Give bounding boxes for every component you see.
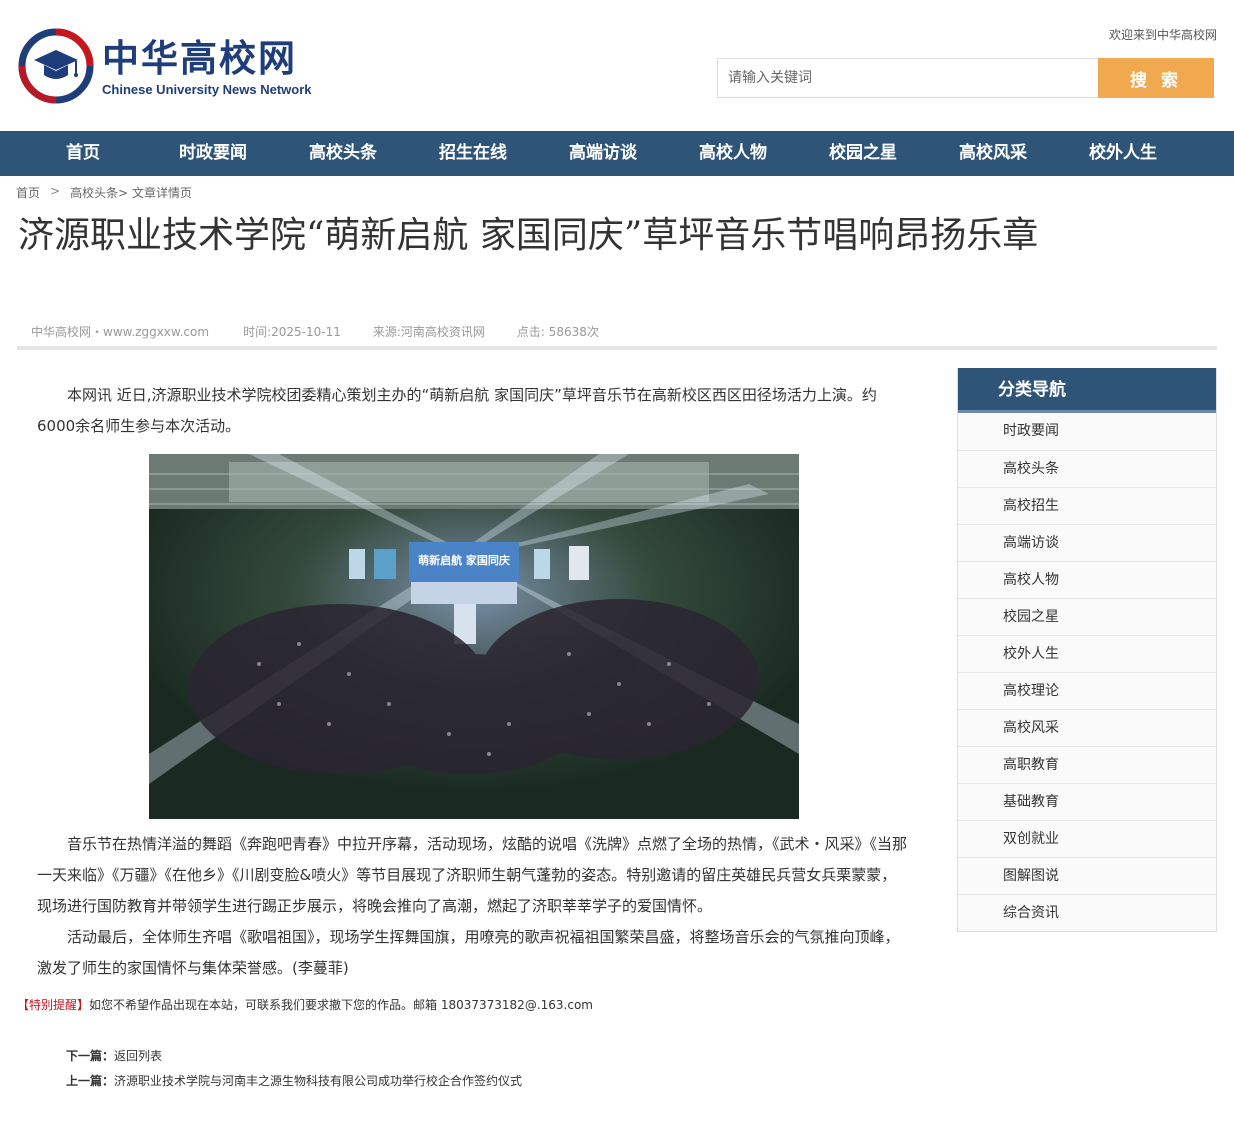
notice-tag: 【特别提醒】 (17, 998, 90, 1012)
sidebar-item-basic-education[interactable]: 基础教育 (958, 783, 1216, 820)
graduation-cap-logo-icon (18, 28, 94, 104)
search-button[interactable]: 搜 索 (1098, 58, 1214, 98)
article-paragraph: 本网讯 近日,济源职业技术学院校团委精心策划主办的“萌新启航 家国同庆”草坪音乐… (37, 386, 877, 435)
sidebar-item-off-campus[interactable]: 校外人生 (958, 635, 1216, 672)
nav-item-people[interactable]: 高校人物 (668, 131, 798, 176)
prev-label: 上一篇： (66, 1074, 115, 1088)
nav-item-home[interactable]: 首页 (18, 131, 148, 176)
nav-item-politics[interactable]: 时政要闻 (148, 131, 278, 176)
breadcrumb-separator: > (50, 184, 61, 198)
sidebar-item-headlines[interactable]: 高校头条 (958, 450, 1216, 487)
welcome-text: 欢迎来到中华高校网 (1108, 28, 1217, 42)
sidebar-item-news[interactable]: 综合资讯 (958, 894, 1216, 931)
prev-article-link[interactable]: 济源职业技术学院与河南丰之源生物科技有限公司成功举行校企合作签约仪式 (114, 1074, 522, 1088)
site-logo[interactable]: 中华高校网 Chinese University News Network (18, 26, 338, 106)
nav-item-headlines[interactable]: 高校头条 (278, 131, 408, 176)
sidebar-heading: 分类导航 (958, 368, 1216, 413)
logo-english-name: Chinese University News Network (102, 81, 312, 97)
breadcrumb-current: > 文章详情页 (118, 186, 192, 200)
sidebar-item-admissions[interactable]: 高校招生 (958, 487, 1216, 524)
article-photo: 萌新启航 家国同庆 (149, 454, 799, 819)
article-title: 济源职业技术学院“萌新启航 家国同庆”草坪音乐节唱响昂扬乐章 (18, 215, 1039, 256)
sidebar-item-campus-style[interactable]: 高校风采 (958, 709, 1216, 746)
search-input[interactable] (717, 58, 1098, 98)
notice-text: 如您不希望作品出现在本站，可联系我们要求撤下您的作品。邮箱 1803737318… (89, 998, 593, 1012)
breadcrumb-section[interactable]: 高校头条 (70, 184, 118, 201)
sidebar-item-people[interactable]: 高校人物 (958, 561, 1216, 598)
main-nav: 首页 时政要闻 高校头条 招生在线 高端访谈 高校人物 校园之星 高校风采 校外… (0, 131, 1234, 176)
breadcrumb-home[interactable]: 首页 (16, 184, 40, 201)
copyright-notice: 【特别提醒】如您不希望作品出现在本站，可联系我们要求撤下您的作品。邮箱 1803… (17, 996, 593, 1013)
nav-item-off-campus[interactable]: 校外人生 (1058, 131, 1188, 176)
site-header: 中华高校网 Chinese University News Network 欢迎… (0, 0, 1234, 131)
article-paragraph: 活动最后，全体师生齐唱《歌唱祖国》，现场学生挥舞国旗，用嘹亮的歌声祝福祖国繁荣昌… (37, 928, 900, 977)
sidebar-item-infographics[interactable]: 图解图说 (958, 857, 1216, 894)
article-paragraph: 音乐节在热情洋溢的舞蹈《奔跑吧青春》中拉开序幕，活动现场，炫酷的说唱《洗牌》点燃… (37, 835, 908, 915)
next-article-link[interactable]: 返回列表 (114, 1049, 162, 1063)
logo-chinese-name: 中华高校网 (102, 35, 297, 80)
meta-source: 来源:河南高校资讯网 (372, 325, 485, 339)
sidebar-item-vocational[interactable]: 高职教育 (958, 746, 1216, 783)
sidebar-item-theory[interactable]: 高校理论 (958, 672, 1216, 709)
meta-time: 时间:2025-10-11 (243, 325, 341, 339)
nav-item-campus-stars[interactable]: 校园之星 (798, 131, 928, 176)
article-meta: 中华高校网・www.zggxxw.com 时间:2025-10-11 来源:河南… (31, 323, 631, 340)
next-article: 下一篇：返回列表 (66, 1047, 162, 1064)
meta-clicks: 点击: 58638次 (516, 325, 599, 339)
search-bar: 搜 索 (717, 58, 1214, 98)
nav-item-campus-style[interactable]: 高校风采 (928, 131, 1058, 176)
photo-stage-sign: 萌新启航 家国同庆 (418, 553, 510, 567)
sidebar-item-politics[interactable]: 时政要闻 (958, 413, 1216, 450)
prev-article: 上一篇：济源职业技术学院与河南丰之源生物科技有限公司成功举行校企合作签约仪式 (66, 1072, 522, 1089)
breadcrumb: 首页 > 高校头条 > 文章详情页 (16, 184, 192, 201)
article-body: 本网讯 近日,济源职业技术学院校团委精心策划主办的“萌新启航 家国同庆”草坪音乐… (37, 380, 911, 984)
sidebar-item-interviews[interactable]: 高端访谈 (958, 524, 1216, 561)
sidebar-item-campus-stars[interactable]: 校园之星 (958, 598, 1216, 635)
next-label: 下一篇： (66, 1049, 115, 1063)
nav-item-interviews[interactable]: 高端访谈 (538, 131, 668, 176)
sidebar-item-employment[interactable]: 双创就业 (958, 820, 1216, 857)
meta-site: 中华高校网・www.zggxxw.com (31, 325, 210, 339)
category-sidebar: 分类导航 时政要闻 高校头条 高校招生 高端访谈 高校人物 校园之星 校外人生 … (957, 368, 1217, 932)
nav-item-admissions[interactable]: 招生在线 (408, 131, 538, 176)
title-divider (17, 346, 1217, 350)
